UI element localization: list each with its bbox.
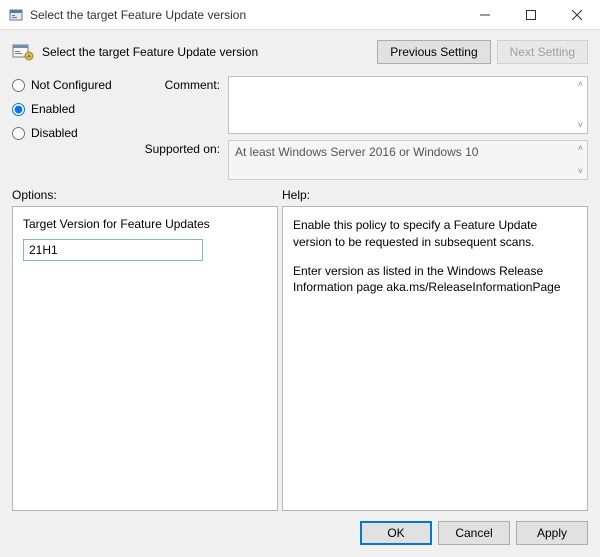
radio-enabled[interactable]: Enabled: [12, 102, 132, 116]
nav-buttons: Previous Setting Next Setting: [377, 40, 588, 64]
ok-button[interactable]: OK: [360, 521, 432, 545]
radio-disabled-input[interactable]: [12, 127, 25, 140]
minimize-button[interactable]: [462, 0, 508, 29]
help-paragraph-1: Enable this policy to specify a Feature …: [293, 217, 577, 251]
supported-label: Supported on:: [140, 140, 220, 180]
supported-value: At least Windows Server 2016 or Windows …: [235, 145, 478, 159]
panels-row: Target Version for Feature Updates Enabl…: [0, 206, 600, 511]
section-labels: Options: Help:: [0, 184, 600, 206]
help-paragraph-2: Enter version as listed in the Windows R…: [293, 263, 577, 297]
options-section-label: Options:: [12, 188, 282, 202]
state-radios: Not Configured Enabled Disabled: [12, 76, 132, 180]
target-version-label: Target Version for Feature Updates: [23, 217, 267, 231]
target-version-input[interactable]: [23, 239, 203, 261]
config-row: Not Configured Enabled Disabled Comment:…: [0, 70, 600, 184]
radio-not-configured-label: Not Configured: [31, 78, 112, 92]
app-icon: [8, 7, 24, 23]
help-panel: Enable this policy to specify a Feature …: [282, 206, 588, 511]
close-button[interactable]: [554, 0, 600, 29]
cancel-button[interactable]: Cancel: [438, 521, 510, 545]
content-area: Select the target Feature Update version…: [0, 30, 600, 557]
scroll-up-icon[interactable]: ˄: [578, 144, 583, 153]
scroll-down-icon[interactable]: ˅: [578, 121, 583, 130]
radio-disabled[interactable]: Disabled: [12, 126, 132, 140]
previous-setting-button[interactable]: Previous Setting: [377, 40, 490, 64]
labeled-fields: Comment: ˄ ˅ Supported on: At least Wind…: [140, 76, 588, 180]
scroll-down-icon[interactable]: ˅: [578, 167, 583, 176]
comment-row: Comment: ˄ ˅: [140, 76, 588, 134]
radio-enabled-input[interactable]: [12, 103, 25, 116]
radio-enabled-label: Enabled: [31, 102, 75, 116]
maximize-button[interactable]: [508, 0, 554, 29]
options-panel: Target Version for Feature Updates: [12, 206, 278, 511]
scroll-up-icon[interactable]: ˄: [578, 80, 583, 89]
footer-buttons: OK Cancel Apply: [0, 511, 600, 557]
apply-button[interactable]: Apply: [516, 521, 588, 545]
supported-text: At least Windows Server 2016 or Windows …: [228, 140, 588, 180]
window-title: Select the target Feature Update version: [30, 8, 462, 22]
radio-not-configured[interactable]: Not Configured: [12, 78, 132, 92]
next-setting-button: Next Setting: [497, 40, 588, 64]
radio-not-configured-input[interactable]: [12, 79, 25, 92]
help-section-label: Help:: [282, 188, 588, 202]
comment-label: Comment:: [140, 76, 220, 134]
supported-row: Supported on: At least Windows Server 20…: [140, 140, 588, 180]
window-controls: [462, 0, 600, 29]
policy-icon: [12, 43, 34, 61]
titlebar: Select the target Feature Update version: [0, 0, 600, 30]
comment-textarea[interactable]: ˄ ˅: [228, 76, 588, 134]
policy-title: Select the target Feature Update version: [42, 45, 377, 59]
policy-header: Select the target Feature Update version…: [0, 30, 600, 70]
radio-disabled-label: Disabled: [31, 126, 78, 140]
